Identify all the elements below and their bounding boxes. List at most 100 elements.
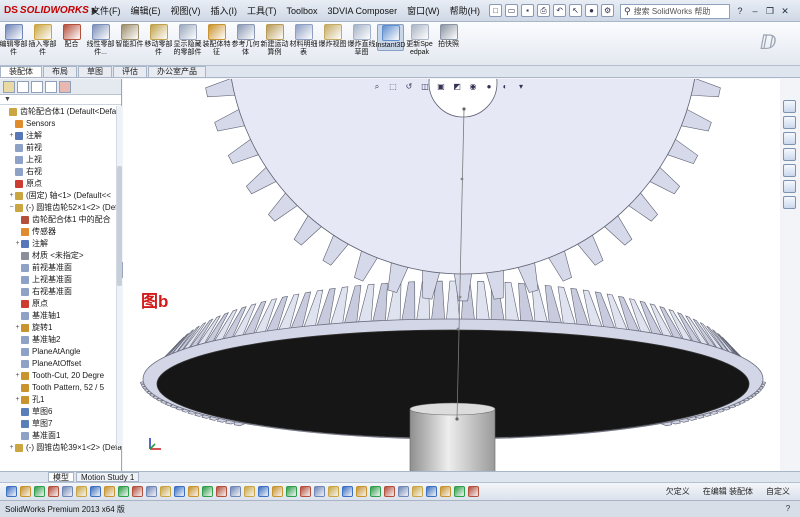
tree-item[interactable]: 基准轴2	[0, 334, 121, 346]
command-motion-study-button[interactable]: 新建运动算例	[261, 24, 289, 57]
sketch-tool-icon[interactable]	[356, 486, 367, 497]
feature-manager-tab-icon[interactable]	[3, 80, 15, 93]
sketch-tool-icon[interactable]	[20, 486, 31, 497]
command-snapshot-button[interactable]: 拍快照	[435, 24, 462, 49]
command-tab[interactable]: 办公室产品	[148, 66, 206, 77]
sketch-tool-icon[interactable]	[272, 486, 283, 497]
command-assembly-feature-button[interactable]: 装配体特征	[203, 24, 231, 57]
command-edit-component-button[interactable]: 编辑零部件	[0, 24, 28, 57]
sketch-tool-icon[interactable]	[300, 486, 311, 497]
sketch-tool-icon[interactable]	[76, 486, 87, 497]
custom-properties-icon[interactable]	[782, 180, 796, 193]
command-mate-button[interactable]: 配合	[58, 24, 85, 49]
tree-item[interactable]: + 注解	[0, 238, 121, 250]
tree-item[interactable]: + 注解	[0, 130, 121, 142]
status-help-icon[interactable]: ?	[782, 503, 794, 515]
previous-view-icon[interactable]: ↺	[403, 81, 415, 92]
tree-item[interactable]: Tooth Pattern, 52 / 5	[0, 382, 121, 394]
tree-toggle[interactable]: +	[8, 190, 15, 202]
tree-item[interactable]: 基准轴1	[0, 310, 121, 322]
sketch-tool-icon[interactable]	[118, 486, 129, 497]
command-explode-line-button[interactable]: 爆炸直线草图	[348, 24, 376, 57]
sketch-tool-icon[interactable]	[384, 486, 395, 497]
print-icon[interactable]: ⎙	[537, 4, 551, 17]
menu-item[interactable]: 帮助(H)	[445, 4, 486, 17]
forum-icon[interactable]	[782, 196, 796, 209]
help-question-icon[interactable]: ?	[733, 4, 747, 18]
sketch-tool-icon[interactable]	[160, 486, 171, 497]
tree-item[interactable]: 上视	[0, 154, 121, 166]
tree-item[interactable]: 原点	[0, 298, 121, 310]
sketch-tool-icon[interactable]	[244, 486, 255, 497]
sketch-tool-icon[interactable]	[342, 486, 353, 497]
save-icon[interactable]: ▪	[521, 4, 535, 17]
command-insert-component-button[interactable]: 插入零部件	[29, 24, 57, 57]
command-bom-button[interactable]: 材料明细表	[290, 24, 318, 57]
tree-item[interactable]: 右视	[0, 166, 121, 178]
sketch-tool-icon[interactable]	[258, 486, 269, 497]
graphics-viewport[interactable]: ⌕ ⬚ ↺ ◫ ▣ ◩ ◉ ● ◐ ▾ 图b	[123, 79, 780, 471]
sketch-tool-icon[interactable]	[34, 486, 45, 497]
sketch-tool-icon[interactable]	[314, 486, 325, 497]
close-icon[interactable]: ✕	[778, 4, 792, 18]
sketch-tool-icon[interactable]	[90, 486, 101, 497]
sketch-tool-icon[interactable]	[454, 486, 465, 497]
help-search[interactable]: ⚲ 搜索 SolidWorks 帮助	[620, 4, 730, 19]
tree-item[interactable]: + (-) 圆锥齿轮39×1<2> (Defa	[0, 442, 121, 454]
zoom-area-icon[interactable]: ⬚	[387, 81, 399, 92]
sketch-tool-icon[interactable]	[398, 486, 409, 497]
sketch-tool-icon[interactable]	[468, 486, 479, 497]
options-icon[interactable]: ⚙	[601, 4, 615, 17]
tree-toggle[interactable]: +	[8, 130, 15, 142]
sketch-tool-icon[interactable]	[48, 486, 59, 497]
tree-item[interactable]: 基准面1	[0, 430, 121, 442]
tree-item[interactable]: PlaneAtOffset	[0, 358, 121, 370]
command-exploded-view-button[interactable]: 爆炸视图	[319, 24, 347, 49]
display-manager-tab-icon[interactable]	[59, 80, 71, 93]
tree-filter[interactable]: ▼	[0, 95, 121, 105]
sketch-tool-icon[interactable]	[440, 486, 451, 497]
tree-toggle[interactable]: +	[14, 322, 21, 334]
sketch-tool-icon[interactable]	[370, 486, 381, 497]
edit-appearance-icon[interactable]: ●	[483, 81, 495, 92]
sketch-tool-icon[interactable]	[146, 486, 157, 497]
menu-item[interactable]: 3DVIA Composer	[323, 6, 403, 16]
tree-item[interactable]: − (-) 圆锥齿轮52×1<2> (Defa	[0, 202, 121, 214]
solidworks-logo[interactable]: DS SOLIDWORKS ▶	[0, 0, 98, 22]
new-file-icon[interactable]: □	[489, 4, 503, 17]
menu-item[interactable]: Toolbox	[282, 6, 323, 16]
sketch-tool-icon[interactable]	[426, 486, 437, 497]
command-linear-pattern-button[interactable]: 线性零部件...	[87, 24, 115, 57]
view-orientation-icon[interactable]: ▣	[435, 81, 447, 92]
command-tab[interactable]: 布局	[43, 66, 77, 77]
section-view-icon[interactable]: ◫	[419, 81, 431, 92]
tree-item[interactable]: 齿轮配合体1 中的配合	[0, 214, 121, 226]
command-tab[interactable]: 草图	[78, 66, 112, 77]
tree-item[interactable]: Sensors	[0, 118, 121, 130]
sketch-tool-icon[interactable]	[328, 486, 339, 497]
tree-toggle[interactable]: +	[14, 238, 21, 250]
tree-toggle[interactable]: +	[14, 370, 21, 382]
design-library-icon[interactable]	[782, 116, 796, 129]
select-icon[interactable]: ↖	[569, 4, 583, 17]
sketch-tool-icon[interactable]	[202, 486, 213, 497]
sketch-tool-icon[interactable]	[216, 486, 227, 497]
tree-item[interactable]: 传感器	[0, 226, 121, 238]
tree-item[interactable]: + (固定) 轴<1> (Default<<	[0, 190, 121, 202]
command-smart-fastener-button[interactable]: 智能扣件	[116, 24, 144, 49]
menu-item[interactable]: 视图(V)	[166, 4, 206, 17]
command-instant3d-button[interactable]: Instant3D	[376, 24, 405, 51]
tree-item[interactable]: PlaneAtAngle	[0, 346, 121, 358]
command-tab[interactable]: 评估	[113, 66, 147, 77]
command-speedpak-button[interactable]: 更新Speedpak	[406, 24, 433, 57]
menu-item[interactable]: 窗口(W)	[402, 4, 445, 17]
sketch-tool-icon[interactable]	[286, 486, 297, 497]
sketch-tool-icon[interactable]	[132, 486, 143, 497]
command-tab[interactable]: 装配体	[0, 66, 42, 77]
sketch-tool-icon[interactable]	[230, 486, 241, 497]
tree-item[interactable]: 前视	[0, 142, 121, 154]
tree-item[interactable]: + Tooth-Cut, 20 Degre	[0, 370, 121, 382]
zoom-to-fit-icon[interactable]: ⌕	[371, 81, 383, 92]
dimxpert-tab-icon[interactable]	[45, 80, 57, 93]
display-style-icon[interactable]: ◩	[451, 81, 463, 92]
